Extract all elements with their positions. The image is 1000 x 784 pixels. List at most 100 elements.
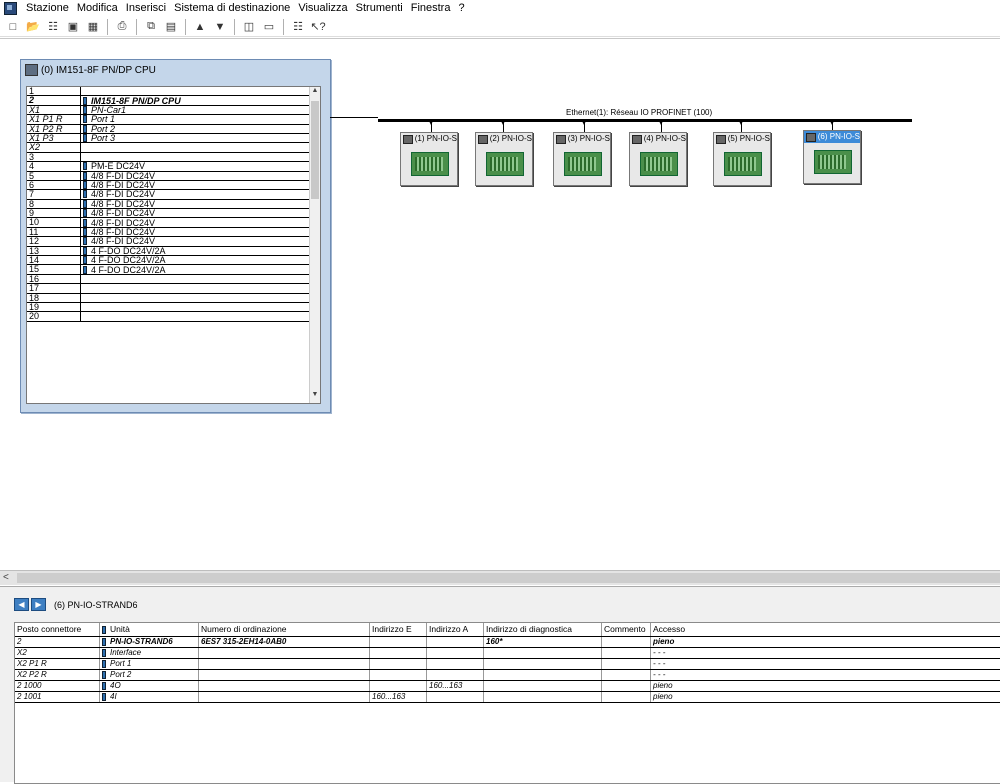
- detail-row[interactable]: X2 P2 R Port 2 - - -: [15, 670, 1000, 681]
- column-header[interactable]: Unità: [100, 623, 199, 636]
- horizontal-scroll-thumb[interactable]: [17, 573, 1000, 583]
- slot-number: 6: [27, 180, 81, 190]
- download-icon[interactable]: ▲: [192, 19, 208, 35]
- scroll-down-icon[interactable]: ▼: [310, 391, 320, 403]
- rack-slot-row[interactable]: 12 4/8 F-DI DC24V: [27, 237, 320, 247]
- rack-slot-row[interactable]: X1 PN-Car1: [27, 105, 320, 116]
- menu-strumenti[interactable]: Strumenti: [352, 0, 407, 16]
- detail-cell: [199, 670, 370, 680]
- rack-slot-row[interactable]: 4 PM-E DC24V: [27, 162, 320, 172]
- rack-slot-row[interactable]: 3: [27, 152, 320, 163]
- io-device-3[interactable]: (3) PN-IO-S: [553, 132, 611, 186]
- detail-cell: [427, 648, 484, 658]
- slot-number: X1 P3: [27, 133, 81, 143]
- compile-icon[interactable]: ▦: [85, 19, 101, 35]
- io-device-6[interactable]: (6) PN-IO-S: [803, 130, 861, 184]
- column-header[interactable]: Commento: [602, 623, 651, 636]
- rack-slot-row[interactable]: 2 IM151-8F PN/DP CPU: [27, 96, 320, 106]
- slot-number: 8: [27, 199, 81, 209]
- help-pointer-icon[interactable]: ↖?: [310, 19, 326, 35]
- detail-header: ◀ ▶ (6) PN-IO-STRAND6: [14, 598, 138, 611]
- network-icon[interactable]: ☷: [45, 19, 61, 35]
- open-icon[interactable]: 📂: [25, 19, 41, 35]
- rack-slot-row[interactable]: 11 4/8 F-DI DC24V: [27, 227, 320, 238]
- column-header[interactable]: Numero di ordinazione: [199, 623, 370, 636]
- rack-slot-row[interactable]: 18: [27, 293, 320, 303]
- detail-cell: - - -: [651, 670, 1000, 680]
- rack-slot-row[interactable]: 16: [27, 274, 320, 285]
- toolbar-separator: [234, 18, 235, 35]
- detail-cell: [427, 659, 484, 669]
- forward-arrow-icon[interactable]: ▶: [31, 598, 46, 611]
- menu-finestra[interactable]: Finestra: [407, 0, 455, 16]
- slot-number: 3: [27, 152, 81, 162]
- rack-slot-row[interactable]: X2: [27, 143, 320, 153]
- detail-row[interactable]: X2 P1 R Port 1 - - -: [15, 659, 1000, 670]
- module-icon: [102, 637, 106, 646]
- rack-slot-row[interactable]: 8 4/8 F-DI DC24V: [27, 199, 320, 210]
- detail-row[interactable]: 2 1001 4I 160...163 pieno: [15, 692, 1000, 703]
- scroll-thumb[interactable]: [311, 101, 319, 199]
- detail-row[interactable]: 2 1000 4O 160...163 pieno: [15, 681, 1000, 692]
- scroll-up-icon[interactable]: ▲: [310, 87, 320, 99]
- menu-help[interactable]: ?: [454, 0, 468, 16]
- column-header[interactable]: Accesso: [651, 623, 1000, 636]
- rack-slot-row[interactable]: 1: [27, 87, 320, 97]
- paste-icon[interactable]: ▤: [163, 19, 179, 35]
- io-device-4[interactable]: (4) PN-IO-S: [629, 132, 687, 186]
- rack-slot-row[interactable]: X1 P1 R Port 1: [27, 115, 320, 125]
- save-icon[interactable]: ▣: [65, 19, 81, 35]
- io-device-5[interactable]: (5) PN-IO-S: [713, 132, 771, 186]
- netpro-icon[interactable]: ☷: [290, 19, 306, 35]
- menu-modifica[interactable]: Modifica: [73, 0, 122, 16]
- slot-number: 11: [27, 227, 81, 237]
- rack-slot-row[interactable]: X1 P2 R Port 2: [27, 124, 320, 134]
- rack-slot-row[interactable]: 10 4/8 F-DI DC24V: [27, 218, 320, 228]
- bus-drop-line: [429, 121, 433, 132]
- rack-slot-row[interactable]: X1 P3 Port 3: [27, 133, 320, 144]
- column-header[interactable]: Indirizzo di diagnostica: [484, 623, 602, 636]
- rack-slot-row[interactable]: 17: [27, 284, 320, 294]
- io-device-1[interactable]: (1) PN-IO-S: [400, 132, 458, 186]
- rack-slot-row[interactable]: 5 4/8 F-DI DC24V: [27, 171, 320, 181]
- detail-row[interactable]: X2 Interface - - -: [15, 648, 1000, 659]
- rack-scrollbar[interactable]: ▲ ▼: [309, 87, 320, 403]
- scroll-left-icon[interactable]: <: [3, 572, 9, 583]
- rack-slot-row[interactable]: 14 4 F-DO DC24V/2A: [27, 256, 320, 266]
- copy-icon[interactable]: ⧉: [143, 19, 159, 35]
- catalog-icon[interactable]: ◫: [241, 19, 257, 35]
- rack-slot-row[interactable]: 20: [27, 312, 320, 322]
- rack-window[interactable]: (0) IM151-8F PN/DP CPU 1 2 IM151-8F PN/DP …: [20, 59, 331, 413]
- column-header[interactable]: Indirizzo A: [427, 623, 484, 636]
- horizontal-scrollbar[interactable]: <: [0, 570, 1000, 585]
- detail-table[interactable]: Posto connettore Unità Numero di ordinaz…: [14, 622, 1000, 784]
- rack-slot-row[interactable]: 15 4 F-DO DC24V/2A: [27, 265, 320, 275]
- column-header[interactable]: Posto connettore: [15, 623, 100, 636]
- rack-slot-row[interactable]: 7 4/8 F-DI DC24V: [27, 190, 320, 200]
- rack-slot-row[interactable]: 9 4/8 F-DI DC24V: [27, 209, 320, 219]
- io-device-2[interactable]: (2) PN-IO-S: [475, 132, 533, 186]
- menu-inserisci[interactable]: Inserisci: [122, 0, 170, 16]
- column-header[interactable]: Indirizzo E: [370, 623, 427, 636]
- detail-cell: X2: [15, 648, 100, 658]
- rack-table[interactable]: 1 2 IM151-8F PN/DP CPU X1 PN-Car1 X1 P1 R Port…: [26, 86, 321, 404]
- print-icon[interactable]: ⎙: [114, 19, 130, 35]
- slot-number: 1: [27, 87, 81, 96]
- rack-slot-row[interactable]: 6 4/8 F-DI DC24V: [27, 180, 320, 191]
- window-icon[interactable]: ▭: [261, 19, 277, 35]
- detail-cell: [199, 648, 370, 658]
- io-device-label: (5) PN-IO-S: [727, 134, 770, 143]
- menu-sistema-destinazione[interactable]: Sistema di destinazione: [170, 0, 294, 16]
- menu-bar: Stazione Modifica Inserisci Sistema di d…: [0, 0, 1000, 16]
- new-icon[interactable]: □: [5, 19, 21, 35]
- detail-row[interactable]: 2 PN-IO-STRAND6 6ES7 315-2EH14-0AB0 160* pie…: [15, 637, 1000, 648]
- menu-visualizza[interactable]: Visualizza: [294, 0, 351, 16]
- rack-slot-row[interactable]: 19: [27, 302, 320, 313]
- upload-icon[interactable]: ▼: [212, 19, 228, 35]
- back-arrow-icon[interactable]: ◀: [14, 598, 29, 611]
- detail-cell: 2: [15, 637, 100, 647]
- menu-stazione[interactable]: Stazione: [22, 0, 73, 16]
- rack-title-bar[interactable]: (0) IM151-8F PN/DP CPU: [21, 60, 330, 80]
- slot-number: X1 P2 R: [27, 124, 81, 133]
- rack-slot-row[interactable]: 13 4 F-DO DC24V/2A: [27, 246, 320, 257]
